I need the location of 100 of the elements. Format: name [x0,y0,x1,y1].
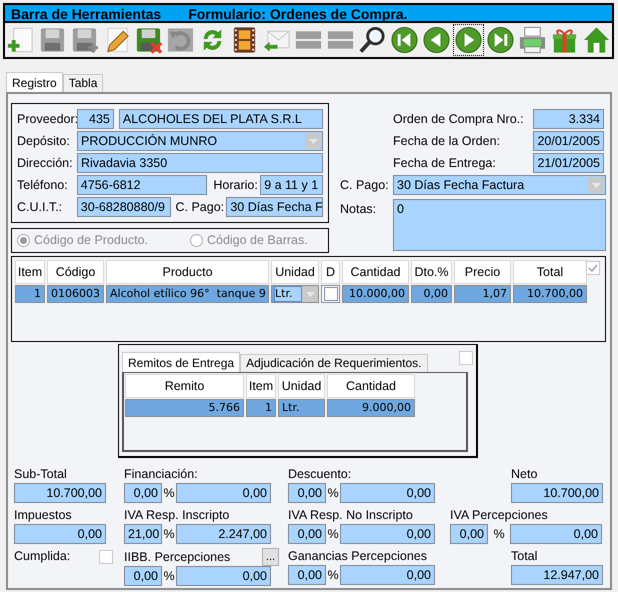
toolbar-button[interactable] [421,24,452,56]
notes-field[interactable]: 0 [393,199,606,251]
text-field[interactable]: 3.334 [533,109,604,129]
column-header: Item [246,374,276,398]
field-label: Sub-Total [14,466,67,483]
checkbox[interactable] [586,261,600,275]
column-header: Dto.% [411,260,452,284]
field-label: C.U.I.T.: [17,200,64,214]
column-header: Unidad [278,374,325,398]
dropdown-field[interactable]: 30 Días Fecha Factura [393,175,606,195]
text-field[interactable]: 4756-6812 [76,175,208,195]
column-header: Item [15,260,45,284]
text-field[interactable]: 0,00 [124,483,162,503]
dropdown-field[interactable]: Ltr. [271,285,319,303]
text-field[interactable]: 12.947,00 [511,565,603,585]
field-label: Descuento: [288,466,352,483]
checkbox[interactable] [459,351,473,365]
field-label: Fecha de Entrega: [393,156,497,170]
text-field[interactable]: 0,00 [176,483,271,503]
column-header: Precio [454,260,511,284]
field-label: Dirección: [17,156,74,170]
table-cell: 0,00 [411,285,452,303]
toolbar-button[interactable] [485,24,516,56]
field-label: Orden de Compra Nro.: [393,112,525,126]
dropdown-field[interactable]: PRODUCCIÓN MUNRO [77,131,323,151]
ellipsis-button[interactable]: ... [262,548,279,566]
table-cell: Alcohol etílico 96° tanque 9 [106,285,269,303]
percent-sign: % [326,486,340,500]
toolbar-button[interactable] [389,24,420,56]
text-field[interactable]: 435 [77,109,114,129]
text-field[interactable]: 0,00 [124,566,162,586]
tab[interactable]: Adjudicación de Requerimientos. [240,354,428,372]
table-cell: Ltr. [278,399,325,417]
field-label: C. Pago: [340,178,390,192]
field-label: Teléfono: [17,178,69,192]
column-header: Remito [125,374,244,398]
tab[interactable]: Registro [6,72,63,92]
search-icon [358,25,387,55]
text-field[interactable]: 10.700,00 [14,483,106,503]
skip-back-icon [390,25,419,55]
new-document-icon [6,25,35,55]
text-field[interactable]: 10.700,00 [511,483,603,503]
text-field[interactable]: 20/01/2005 [533,131,604,151]
text-field[interactable]: 0,00 [176,566,271,586]
text-field[interactable]: 21/01/2005 [533,153,604,173]
form-title: Formulario: Ordenes de Compra. [188,5,408,21]
field-label: IVA Resp. Inscripto [124,507,230,524]
percent-sign: % [492,526,506,542]
table-cell: 1 [15,285,45,303]
table-cell: 9.000,00 [327,399,415,417]
text-field[interactable]: 30 Días Fecha F [226,197,324,217]
column-header: Cantidad [327,374,415,398]
field-label: Total [511,548,538,565]
tab[interactable]: Remitos de Entrega [122,352,240,372]
checkbox[interactable] [99,550,113,564]
field-label: Depósito: [17,134,71,148]
play-icon [454,25,483,55]
text-field[interactable]: 0,00 [510,524,602,544]
text-field[interactable]: 0,00 [340,483,435,503]
text-field[interactable]: 0,00 [288,565,326,585]
column-header: Total [513,260,587,284]
text-field[interactable]: ALCOHOLES DEL PLATA S.R.L [118,109,323,129]
text-field[interactable]: 30-68280880/9 [76,197,170,217]
text-field[interactable]: 0,00 [340,565,435,585]
text-field[interactable]: 9 a 11 y 1 [260,175,323,195]
field-label: Financiación: [124,466,198,483]
text-field[interactable]: 0,00 [450,524,488,544]
percent-sign: % [326,568,340,582]
column-header: Producto [106,260,269,284]
field-label: IVA Resp. No Inscripto [288,507,413,524]
column-header: Unidad [271,260,319,284]
toolbar-title: Barra de Herramientas [11,5,162,21]
column-header: Código [47,260,104,284]
text-field[interactable]: 0,00 [288,483,326,503]
checkbox[interactable] [324,287,338,301]
column-header: D [321,260,340,284]
table-cell: 0106003 [47,285,104,303]
tab[interactable]: Tabla [62,74,104,92]
text-field[interactable]: 0,00 [14,524,106,544]
printer-icon [518,25,547,55]
table-cell: 10.700,00 [513,285,587,303]
field-label: Cumplida: [14,548,72,565]
home-icon [582,25,611,55]
table-cell: 10.000,00 [342,285,409,303]
dropdown-arrow-icon [306,292,314,296]
text-field[interactable]: 21,00 [124,524,162,544]
percent-sign: % [162,568,176,584]
text-field[interactable]: 0,00 [340,524,435,544]
table-cell: 1,07 [454,285,511,303]
text-field[interactable]: Rivadavia 3350 [77,153,323,173]
back-icon [422,25,451,55]
dropdown-arrow-icon [308,138,318,144]
field-label: Fecha de la Orden: [393,134,502,148]
field-label: C. Pago: [176,200,226,214]
dropdown-arrow-icon [592,182,600,188]
field-label: Proveedor: [17,112,77,126]
text-field[interactable]: 0,00 [288,524,326,544]
text-field[interactable]: 2.247,00 [176,524,271,544]
toolbar-button[interactable] [453,24,484,56]
percent-sign: % [162,526,176,542]
